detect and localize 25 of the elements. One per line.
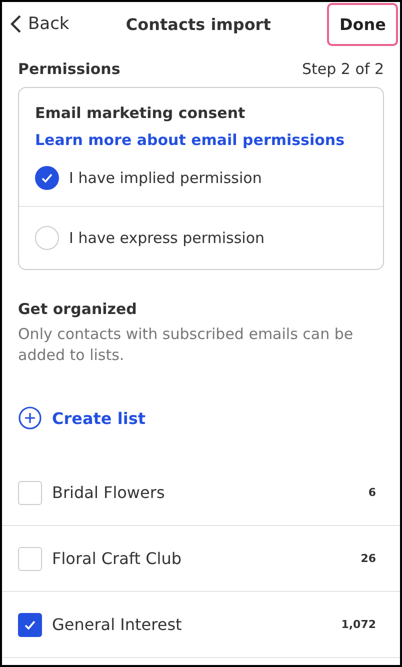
contact-count: 6 bbox=[368, 486, 376, 499]
step-indicator: Step 2 of 2 bbox=[302, 60, 384, 78]
checkbox[interactable] bbox=[18, 612, 42, 636]
section-title: Get organized bbox=[18, 300, 137, 318]
option-label: I have implied permission bbox=[69, 168, 262, 186]
contact-count: 1,072 bbox=[341, 618, 376, 631]
section-title: Permissions bbox=[18, 60, 120, 78]
permissions-link[interactable]: Learn more about email permissions bbox=[35, 131, 367, 149]
section-description: Only contacts with subscribed emails can be added to lists. bbox=[18, 324, 354, 366]
checkbox[interactable] bbox=[18, 546, 42, 570]
list-name: Floral Craft Club bbox=[52, 549, 183, 568]
back-button[interactable]: Back bbox=[10, 14, 70, 34]
contact-count: 26 bbox=[360, 552, 376, 565]
chevron-left-icon bbox=[10, 14, 22, 34]
radio-button[interactable] bbox=[35, 166, 59, 190]
option-label: I have express permission bbox=[69, 229, 265, 247]
list-name: Bridal Flowers bbox=[52, 483, 166, 502]
card-title: Email marketing consent bbox=[35, 104, 246, 122]
radio-button[interactable] bbox=[35, 226, 59, 250]
plus-circle-icon bbox=[18, 406, 42, 430]
list-name: General Interest bbox=[52, 615, 183, 634]
done-button[interactable]: Done bbox=[327, 2, 398, 46]
checkbox[interactable] bbox=[18, 480, 42, 504]
create-list-button[interactable]: Create list bbox=[18, 406, 146, 430]
page-title: Contacts import bbox=[126, 14, 271, 34]
